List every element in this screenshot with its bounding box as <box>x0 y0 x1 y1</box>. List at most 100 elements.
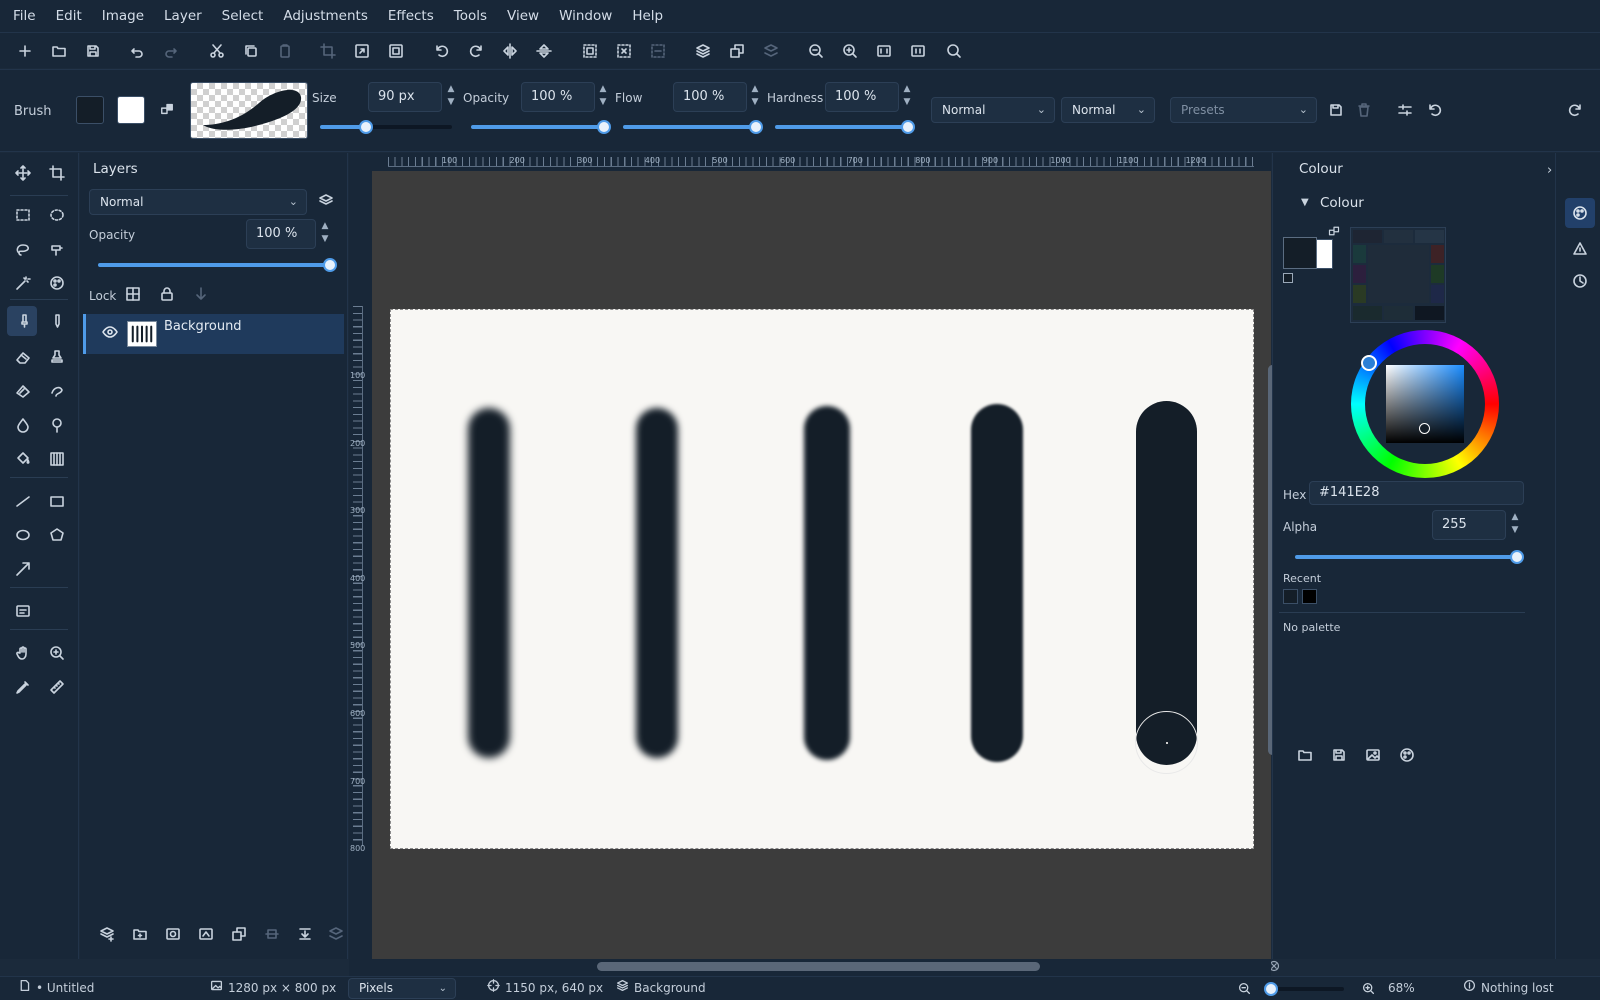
layer-opacity-slider-knob[interactable] <box>323 258 337 272</box>
new-file-icon[interactable] <box>15 41 35 61</box>
menu-layer[interactable]: Layer <box>154 0 212 32</box>
history-panel-tab-icon[interactable] <box>1570 271 1590 291</box>
reset-brush-icon[interactable] <box>1425 100 1445 120</box>
zoom-in-icon[interactable] <box>840 41 860 61</box>
hex-field[interactable]: #141E28 <box>1309 481 1524 505</box>
pencil-tool-icon[interactable] <box>45 309 69 333</box>
collapse-panel-icon[interactable]: › <box>1547 163 1552 178</box>
lock-all-icon[interactable] <box>157 284 177 304</box>
adjustments-panel-tab-icon[interactable] <box>1570 239 1590 259</box>
colour-panel-tab-icon[interactable] <box>1565 198 1595 228</box>
swap-colours-icon[interactable] <box>1328 225 1340 237</box>
swatch[interactable] <box>1353 230 1382 243</box>
arrow-tool-icon[interactable] <box>11 557 35 581</box>
ellipse-tool-icon[interactable] <box>11 523 35 547</box>
smudge-tool-icon[interactable] <box>45 379 69 403</box>
deselect-icon[interactable] <box>614 41 634 61</box>
primary-color-swatch[interactable] <box>76 96 104 124</box>
fit-window-icon[interactable] <box>874 41 894 61</box>
layer-mask-icon[interactable] <box>163 924 183 944</box>
paste-icon[interactable] <box>275 41 295 61</box>
swatch[interactable] <box>1431 265 1444 283</box>
swatch[interactable] <box>1415 306 1444 320</box>
recent-colour-swatch[interactable] <box>1302 589 1317 604</box>
opacity-slider-knob[interactable] <box>597 120 611 134</box>
rotate-right-icon[interactable] <box>466 41 486 61</box>
hardness-slider-knob[interactable] <box>901 120 915 134</box>
new-group-icon[interactable] <box>130 924 150 944</box>
zoom-slider[interactable] <box>1268 987 1344 991</box>
zoom-out-status-icon[interactable] <box>1238 982 1252 996</box>
eyedropper-tool-icon[interactable] <box>11 675 35 699</box>
layer-opacity-spinner[interactable]: ▲ ▼ <box>319 220 331 248</box>
add-layer-icon[interactable] <box>693 41 713 61</box>
primary-colour-swatch[interactable] <box>1283 237 1317 269</box>
layer-row-background[interactable]: Background <box>83 314 344 354</box>
swatch[interactable] <box>1384 306 1413 320</box>
swatch[interactable] <box>1431 245 1444 263</box>
open-folder-icon[interactable] <box>49 41 69 61</box>
rotate-left-icon[interactable] <box>432 41 452 61</box>
units-dropdown[interactable]: Pixels ⌄ <box>348 978 456 999</box>
menu-edit[interactable]: Edit <box>46 0 92 32</box>
menu-window[interactable]: Window <box>549 0 622 32</box>
size-slider-knob[interactable] <box>359 120 373 134</box>
swatch[interactable] <box>1353 306 1382 320</box>
flip-horizontal-icon[interactable] <box>500 41 520 61</box>
brush-settings-icon[interactable] <box>1395 100 1415 120</box>
horizontal-scrollbar-thumb[interactable] <box>597 962 1040 971</box>
ellipse-select-tool-icon[interactable] <box>45 203 69 227</box>
secondary-color-swatch[interactable] <box>117 96 145 124</box>
adjustment-layer-icon[interactable] <box>196 924 216 944</box>
colour-picker-handle[interactable] <box>1419 423 1430 434</box>
eraser-tool-icon[interactable] <box>11 345 35 369</box>
refresh-icon[interactable] <box>1565 100 1585 120</box>
hue-handle[interactable] <box>1361 355 1377 371</box>
menu-tools[interactable]: Tools <box>444 0 497 32</box>
default-colors-icon[interactable] <box>1283 273 1293 283</box>
menu-file[interactable]: File <box>13 0 46 32</box>
document-canvas[interactable] <box>390 309 1254 849</box>
new-layer-icon[interactable] <box>97 924 117 944</box>
chevron-down-icon[interactable]: ▼ <box>1301 197 1309 208</box>
lasso-tool-icon[interactable] <box>11 237 35 261</box>
blur-tool-icon[interactable] <box>11 413 35 437</box>
blend-mode-dropdown[interactable]: Normal ⌄ <box>931 97 1055 123</box>
swatch[interactable] <box>1431 285 1444 303</box>
layer-properties-icon[interactable] <box>316 191 336 211</box>
opacity-field[interactable]: 100 % <box>521 82 595 112</box>
swatch[interactable] <box>1368 245 1429 303</box>
hardness-spinner[interactable]: ▲ ▼ <box>901 83 913 111</box>
zoom-tool-icon[interactable] <box>45 641 69 665</box>
menu-select[interactable]: Select <box>212 0 274 32</box>
rectangle-tool-icon[interactable] <box>45 489 69 513</box>
redo-icon[interactable] <box>161 41 181 61</box>
save-preset-icon[interactable] <box>1326 100 1346 120</box>
swatch[interactable] <box>1415 230 1444 243</box>
merge-down-icon[interactable] <box>295 924 315 944</box>
rect-select-tool-icon[interactable] <box>11 203 35 227</box>
alpha-spinner[interactable]: ▲ ▼ <box>1509 511 1521 539</box>
align-layers-icon[interactable] <box>262 924 282 944</box>
crop-icon[interactable] <box>318 41 338 61</box>
opacity-spinner[interactable]: ▲ ▼ <box>597 83 609 111</box>
zoom-out-icon[interactable] <box>806 41 826 61</box>
image-size-status[interactable]: 1280 px × 800 px <box>210 977 336 1000</box>
alpha-slider-knob[interactable] <box>1510 550 1524 564</box>
open-palette-icon[interactable] <box>1295 745 1315 765</box>
lock-pixels-icon[interactable] <box>123 284 143 304</box>
measure-tool-icon[interactable] <box>45 675 69 699</box>
size-spinner[interactable]: ▲ ▼ <box>445 83 457 111</box>
zoom-in-status-icon[interactable] <box>1362 982 1376 996</box>
swatch[interactable] <box>1384 230 1413 243</box>
undo-icon[interactable] <box>127 41 147 61</box>
palette-from-image-icon[interactable] <box>1363 745 1383 765</box>
gradient-tool-icon[interactable] <box>11 379 35 403</box>
menu-view[interactable]: View <box>497 0 549 32</box>
clone-stamp-tool-icon[interactable] <box>45 345 69 369</box>
move-tool-icon[interactable] <box>11 161 35 185</box>
crop-tool-icon[interactable] <box>45 161 69 185</box>
merge-layer-icon[interactable] <box>761 41 781 61</box>
lock-position-icon[interactable] <box>191 284 211 304</box>
menu-image[interactable]: Image <box>92 0 154 32</box>
